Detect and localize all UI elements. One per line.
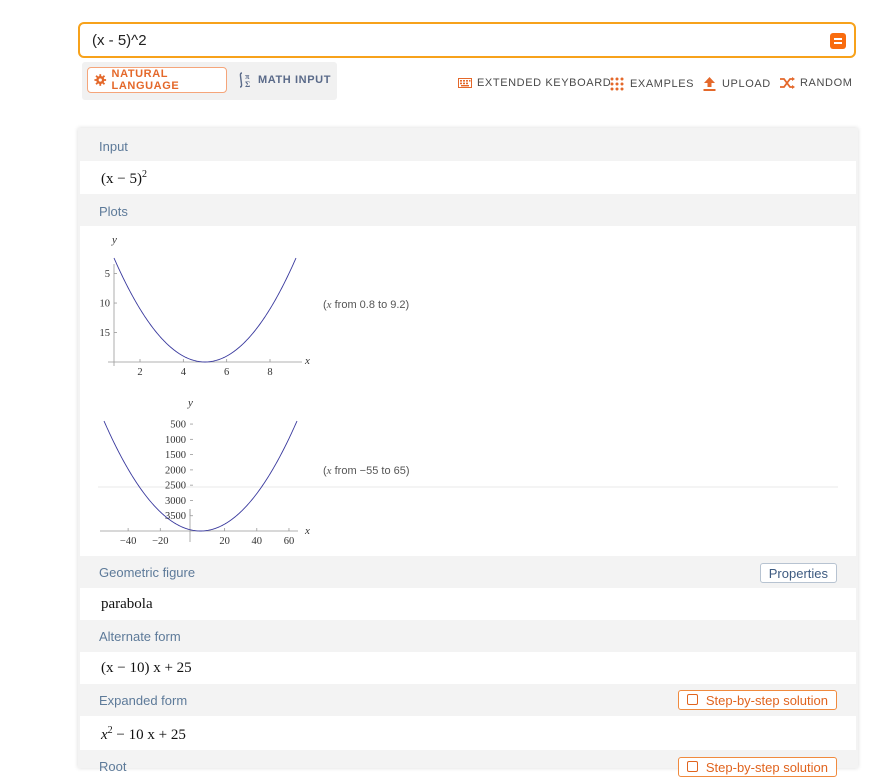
plot2-y-tick-label: 2500 [165,481,186,492]
extended-keyboard-label: EXTENDED KEYBOARD [477,77,612,89]
alternate-value: (x − 10) x + 25 [101,660,192,676]
plot1-x-tick-label: 6 [224,367,229,378]
plot2-y-label: y [187,397,193,409]
checkbox-icon [686,761,698,772]
plot2-y-tick-label: 1000 [165,435,186,446]
expanded-pod-title: Expanded form [99,693,188,708]
input-expr-exponent: 2 [141,169,147,180]
geometric-pod-body: parabola [80,588,856,620]
plot1-x-tick-label: 8 [267,367,272,378]
plot1-y-tick-label: 15 [100,328,111,339]
input-expr-base: (x − 5) [101,171,142,187]
step-by-step-label: Step-by-step solution [705,693,828,708]
root-step-by-step-button[interactable]: Step-by-step solution [677,757,837,777]
extended-keyboard-button[interactable]: EXTENDED KEYBOARD [458,77,611,89]
plot1-y-tick-label: 10 [100,299,111,310]
properties-button[interactable]: Properties [759,563,837,583]
step-by-step-button[interactable]: Step-by-step solution [677,690,837,710]
plot2-x-label: x [304,525,310,537]
plot-1: y x 2 4 6 8 15 10 5 [100,234,311,378]
plot2-x-tick-label: −40 [120,536,136,547]
upload-label: UPLOAD [722,78,771,90]
checkbox-icon [686,694,698,705]
plot1-x-tick-label: 4 [181,367,187,378]
plot2-y-tick-label: 500 [170,420,186,431]
plot2-y-tick-label: 3000 [165,496,186,507]
geometric-pod-title: Geometric figure [99,565,196,580]
plots-pod-title: Plots [99,204,128,219]
math-input-label: MATH INPUT [258,74,332,86]
shuffle-icon [780,77,795,89]
input-expression: (x − 5)2 [101,169,147,188]
random-label: RANDOM [800,77,853,89]
expanded-rest: − 10 x + 25 [112,727,186,743]
plot2-range-text: from −55 to 65) [331,465,410,477]
integral-sum-icon: π Σ [239,72,251,89]
svg-text:Σ: Σ [245,80,251,89]
plots-canvas: y x 2 4 6 8 15 10 5 y x −40 −20 20 40 60 3500 3000 25… [98,234,838,547]
expanded-x: x [101,727,108,743]
plot1-range-text: from 0.8 to 9.2) [331,299,410,311]
root-pod-title: Root [99,759,127,774]
plots-pod-body: y x 2 4 6 8 15 10 5 y x −40 −20 20 40 60 3500 3000 25… [80,226,856,556]
search-input[interactable]: (x - 5)^2 [78,22,856,58]
plot2-x-tick-label: 20 [219,536,230,547]
expanded-pod-body: x2 − 10 x + 25 [80,716,856,750]
plot2-x-tick-label: 40 [252,536,263,547]
plot2-y-tick-label: 1500 [165,450,186,461]
results-panel: Input (x − 5)2 Plots y x 2 4 6 8 15 10 5 y x −… [78,128,858,777]
examples-button[interactable]: EXAMPLES [610,77,694,91]
alternate-pod-body: (x − 10) x + 25 [80,652,856,684]
compute-icon[interactable] [830,33,846,49]
plot2-x-tick-label: −20 [152,536,168,547]
natural-language-tab[interactable]: NATURAL LANGUAGE [87,67,227,93]
search-query[interactable]: (x - 5)^2 [92,32,147,49]
plot2-y-tick-label: 3500 [165,511,186,522]
geometric-value: parabola [101,596,153,612]
upload-icon [703,77,716,91]
input-pod-title: Input [99,139,128,154]
grid-dots-icon [610,77,624,91]
keyboard-icon [458,78,472,88]
random-button[interactable]: RANDOM [780,77,853,89]
math-input-tab[interactable]: π Σ MATH INPUT [237,67,331,93]
plot1-y-tick-label: 5 [105,269,110,280]
plot2-range: (x from −55 to 65) [323,465,410,477]
expanded-value: x2 − 10 x + 25 [101,725,186,744]
input-mode-toggle: NATURAL LANGUAGE π Σ MATH INPUT [82,62,337,100]
plot1-x-tick-label: 2 [137,367,142,378]
plot2-x-tick-label: 60 [284,536,295,547]
plot2-curve [103,420,298,532]
input-pod-body: (x − 5)2 [80,161,856,194]
plot1-x-label: x [304,355,310,367]
plot-2: y x −40 −20 20 40 60 3500 3000 2500 2000 1500 1000… [100,397,310,547]
examples-label: EXAMPLES [630,78,695,90]
alternate-pod-title: Alternate form [99,629,181,644]
plot1-y-label: y [111,234,117,246]
plot1-range: (x from 0.8 to 9.2) [323,299,410,311]
natural-language-label: NATURAL LANGUAGE [111,68,180,92]
plot1-curve [113,257,297,363]
plot2-y-tick-label: 2000 [165,465,186,476]
gear-icon [94,74,107,86]
upload-button[interactable]: UPLOAD [703,77,771,91]
